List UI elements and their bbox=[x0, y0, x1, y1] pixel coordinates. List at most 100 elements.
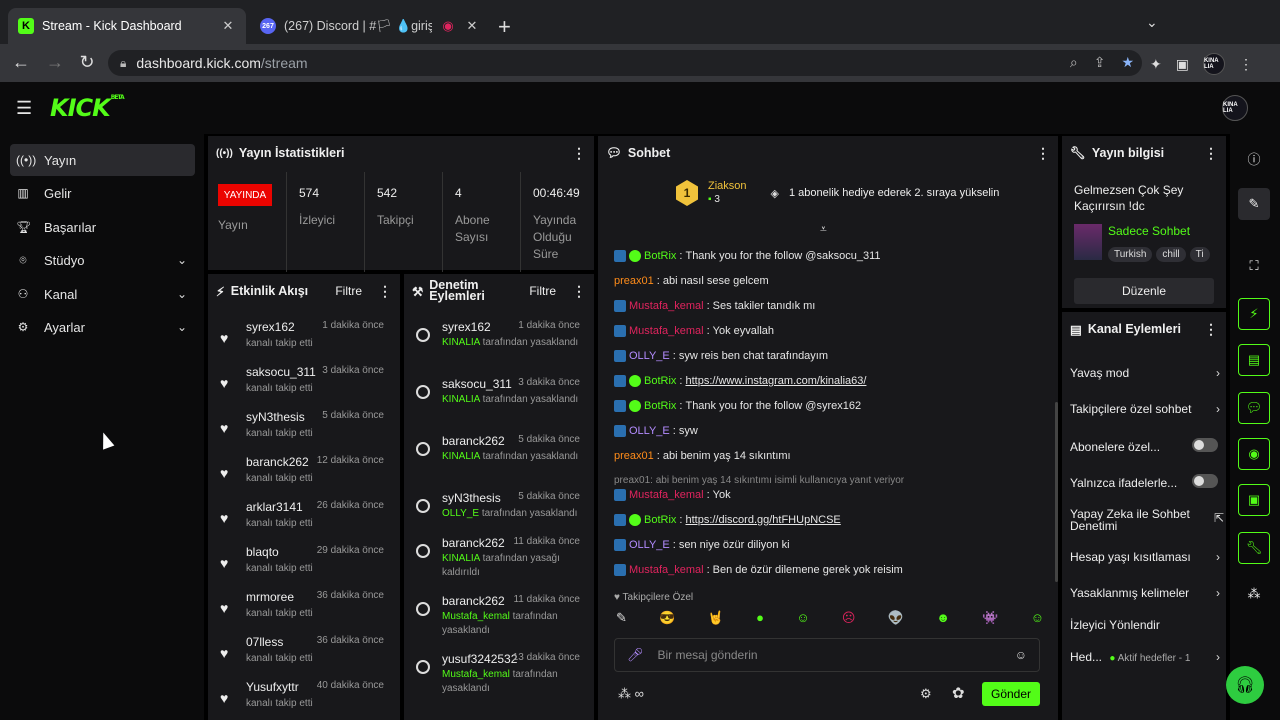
reload-icon[interactable]: ↻ bbox=[76, 52, 98, 73]
support-chat-icon[interactable]: 🎧︎ bbox=[1226, 666, 1264, 704]
tag[interactable]: Ti bbox=[1189, 247, 1210, 262]
more-icon[interactable]: ⋮ bbox=[1036, 145, 1050, 162]
chat-tools-icon[interactable]: ⁂ ∞ bbox=[618, 686, 644, 702]
moderation-username[interactable]: syN3thesis bbox=[442, 491, 501, 505]
moderation-username[interactable]: yusuf3242532 bbox=[442, 652, 517, 666]
emote-icon[interactable]: 🤘 bbox=[708, 610, 724, 626]
chat-input[interactable]: 🎤︎ Bir mesaj gönderin ☺ bbox=[614, 638, 1040, 672]
moderation-item[interactable]: saksocu_311 3 dakika önce KINALIA tarafı… bbox=[414, 375, 584, 423]
broadcast-icon[interactable]: ◉ bbox=[1238, 438, 1270, 470]
filter-button[interactable]: Filtre bbox=[529, 284, 556, 298]
chat-username[interactable]: OLLY_E bbox=[629, 539, 670, 551]
chat-link[interactable]: https://www.instagram.com/kinalia63/ bbox=[685, 375, 866, 387]
action-subscribers-only[interactable]: Abonelere özel... bbox=[1070, 438, 1218, 454]
emote-icon[interactable]: 👾 bbox=[982, 610, 998, 626]
sidebar-item-basarilar[interactable]: 🏆︎ Başarılar bbox=[10, 211, 195, 243]
collapse-icon[interactable]: ⩡ bbox=[820, 222, 827, 237]
feather-emote-icon[interactable]: ✎ bbox=[616, 610, 627, 626]
more-icon[interactable]: ⋮ bbox=[572, 283, 586, 300]
activity-item[interactable]: ♥ arklar3141 26 dakika önce kanalı takip… bbox=[218, 498, 388, 538]
activity-username[interactable]: baranck262 bbox=[246, 455, 309, 469]
menu-icon[interactable]: ☰ bbox=[16, 98, 32, 119]
user-avatar[interactable]: KINA LIA bbox=[1222, 95, 1248, 121]
chat-username[interactable]: BotRix bbox=[644, 400, 676, 412]
sidebar-item-gelir[interactable]: ▥ Gelir bbox=[10, 177, 195, 209]
moderation-item[interactable]: baranck262 11 dakika önce Mustafa_kemal … bbox=[414, 592, 584, 640]
emote-icon[interactable]: ● bbox=[756, 610, 764, 626]
chat-username[interactable]: BotRix bbox=[644, 250, 676, 262]
address-bar[interactable]: 🔒︎ dashboard.kick.com/stream ⌕ ⇪ ★ bbox=[108, 50, 1142, 76]
wrench-icon[interactable]: 🔧︎ bbox=[1238, 532, 1270, 564]
moderation-item[interactable]: baranck262 11 dakika önce KINALIA tarafı… bbox=[414, 534, 584, 582]
new-tab-icon[interactable]: + bbox=[498, 14, 511, 40]
action-slow-mode[interactable]: Yavaş mod › bbox=[1070, 366, 1220, 380]
browser-tab-kick[interactable]: K Stream - Kick Dashboard ✕ bbox=[8, 8, 246, 44]
fullscreen-icon[interactable]: ⛶ bbox=[1238, 250, 1270, 282]
chat-username[interactable]: Mustafa_kemal bbox=[629, 300, 704, 312]
chat-username[interactable]: Mustafa_kemal bbox=[629, 489, 704, 501]
chat-username[interactable]: BotRix bbox=[644, 514, 676, 526]
more-icon[interactable]: ⋮ bbox=[1204, 321, 1218, 338]
action-followers-only[interactable]: Takipçilere özel sohbet › bbox=[1070, 402, 1220, 416]
microphone-icon[interactable]: 🎤︎ bbox=[627, 647, 644, 663]
emote-picker-icon[interactable]: ✿ bbox=[952, 684, 965, 702]
activity-username[interactable]: arklar3141 bbox=[246, 500, 303, 514]
close-tab-icon[interactable]: ✕ bbox=[464, 18, 480, 34]
activity-username[interactable]: 07lless bbox=[246, 635, 283, 649]
emote-icon[interactable]: ☻ bbox=[936, 610, 950, 626]
chat-username[interactable]: preax01 bbox=[614, 275, 654, 287]
info-icon[interactable]: ⓘ bbox=[1238, 142, 1270, 174]
activity-username[interactable]: saksocu_311 bbox=[246, 365, 316, 379]
forward-icon[interactable]: → bbox=[44, 52, 66, 73]
moderation-item[interactable]: yusuf3242532 13 dakika önce Mustafa_kema… bbox=[414, 650, 584, 698]
moderation-item[interactable]: syN3thesis 5 dakika önce OLLY_E tarafınd… bbox=[414, 489, 584, 537]
zoom-icon[interactable]: ⌕ bbox=[1070, 54, 1078, 71]
chat-username[interactable]: preax01 bbox=[614, 450, 654, 462]
moderation-username[interactable]: baranck262 bbox=[442, 536, 505, 550]
activity-item[interactable]: ♥ mrmoree 36 dakika önce kanalı takip et… bbox=[218, 588, 388, 628]
moderation-username[interactable]: syrex162 bbox=[442, 320, 491, 334]
emote-icon[interactable]: 😎 bbox=[659, 610, 675, 626]
moderation-username[interactable]: baranck262 bbox=[442, 594, 505, 608]
moderation-item[interactable]: syrex162 1 dakika önce KINALIA tarafında… bbox=[414, 318, 584, 366]
more-icon[interactable]: ⋮ bbox=[1204, 145, 1218, 162]
emote-icon[interactable]: ☺ bbox=[796, 610, 809, 626]
tag[interactable]: chill bbox=[1156, 247, 1186, 262]
settings-icon[interactable]: ⚙ bbox=[920, 686, 932, 702]
more-icon[interactable]: ⋮ bbox=[378, 283, 392, 300]
activity-item[interactable]: ♥ Yusufxyttr 40 dakika önce kanalı takip… bbox=[218, 678, 388, 718]
activity-username[interactable]: mrmoree bbox=[246, 590, 294, 604]
emote-icon[interactable]: ☺ bbox=[1031, 610, 1044, 626]
bookmark-star-icon[interactable]: ★ bbox=[1121, 54, 1134, 71]
emote-icon[interactable]: 👽 bbox=[888, 610, 904, 626]
activity-item[interactable]: ♥ saksocu_311 3 dakika önce kanalı takip… bbox=[218, 363, 388, 403]
moderation-username[interactable]: baranck262 bbox=[442, 434, 505, 448]
sidebar-item-yayin[interactable]: ((•)) Yayın bbox=[10, 144, 195, 176]
activity-item[interactable]: ♥ syrex162 1 dakika önce kanalı takip et… bbox=[218, 318, 388, 358]
moderation-item[interactable]: baranck262 5 dakika önce KINALIA tarafın… bbox=[414, 432, 584, 480]
moderation-icon[interactable]: ▣ bbox=[1238, 484, 1270, 516]
activity-item[interactable]: ♥ blaqto 29 dakika önce kanalı takip ett… bbox=[218, 543, 388, 583]
chat-scrollbar[interactable] bbox=[1055, 402, 1058, 582]
chat-icon[interactable]: 💬︎ bbox=[1238, 392, 1270, 424]
chat-username[interactable]: Mustafa_kemal bbox=[629, 325, 704, 337]
browser-menu-icon[interactable]: ⋮ bbox=[1239, 56, 1253, 73]
filter-button[interactable]: Filtre bbox=[335, 284, 362, 298]
more-icon[interactable]: ⋮ bbox=[572, 145, 586, 162]
activity-username[interactable]: blaqto bbox=[246, 545, 279, 559]
activity-username[interactable]: Yusufxyttr bbox=[246, 680, 299, 694]
category-link[interactable]: Sadece Sohbet bbox=[1108, 224, 1190, 238]
emoji-icon[interactable]: ☺ bbox=[1015, 648, 1027, 662]
action-goals[interactable]: Hed... ● Aktif hedefler - 1 › bbox=[1070, 650, 1220, 664]
toggle-switch[interactable] bbox=[1192, 474, 1218, 488]
sidebar-item-studyo[interactable]: ⌾ Stüdyo ⌄ bbox=[10, 244, 195, 276]
sidebar-item-kanal[interactable]: ⚇ Kanal ⌄ bbox=[10, 278, 195, 310]
action-emotes-only[interactable]: Yalnızca ifadelerle... bbox=[1070, 474, 1218, 490]
profile-avatar[interactable]: KINA LIA bbox=[1202, 53, 1225, 75]
sidebar-item-ayarlar[interactable]: ⚙ Ayarlar ⌄ bbox=[10, 311, 195, 343]
side-panel-icon[interactable]: ▣ bbox=[1176, 56, 1189, 73]
activity-item[interactable]: ♥ syN3thesis 5 dakika önce kanalı takip … bbox=[218, 408, 388, 448]
extensions-icon[interactable]: ✦ bbox=[1150, 56, 1162, 73]
activity-item[interactable]: ♥ 07lless 36 dakika önce kanalı takip et… bbox=[218, 633, 388, 673]
tag[interactable]: Turkish bbox=[1108, 247, 1153, 262]
